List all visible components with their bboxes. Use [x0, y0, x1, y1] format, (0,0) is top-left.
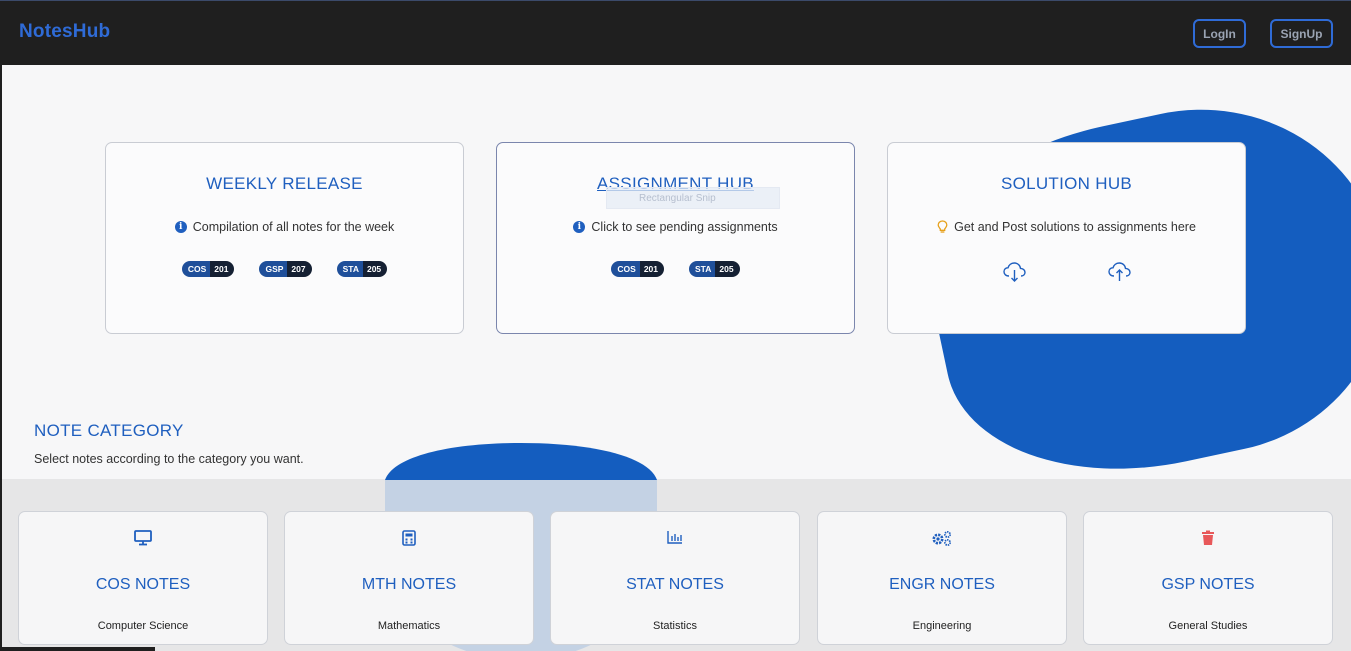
category-card-stat[interactable]: STAT NOTES Statistics — [550, 511, 800, 645]
trash-icon — [1202, 530, 1214, 545]
bar-chart-icon — [667, 531, 682, 544]
course-badge[interactable]: COS 201 — [611, 261, 665, 277]
info-icon: i — [573, 221, 586, 233]
category-subtitle: General Studies — [1168, 620, 1248, 632]
desktop-icon — [134, 530, 152, 546]
calculator-icon — [402, 530, 416, 546]
note-category-title: NOTE CATEGORY — [34, 421, 184, 440]
lightbulb-icon — [937, 220, 948, 233]
category-title: ENGR NOTES — [889, 576, 995, 593]
course-badges: COS 201 STA 205 — [497, 261, 854, 277]
solution-hub-card: SOLUTION HUB Get and Post solutions to a… — [887, 142, 1246, 334]
weekly-release-card: WEEKLY RELEASE i Compilation of all note… — [105, 142, 464, 334]
category-card-gsp[interactable]: GSP NOTES General Studies — [1083, 511, 1333, 645]
category-card-mth[interactable]: MTH NOTES Mathematics — [284, 511, 534, 645]
cloud-download-icon[interactable] — [1002, 261, 1027, 283]
solution-actions — [888, 261, 1245, 283]
gears-icon — [932, 531, 951, 546]
category-subtitle: Computer Science — [97, 620, 189, 632]
category-subtitle: Engineering — [912, 620, 972, 632]
course-badge[interactable]: STA 205 — [336, 261, 388, 277]
course-badge[interactable]: COS 201 — [181, 261, 235, 277]
course-badge[interactable]: GSP 207 — [259, 261, 312, 277]
hub-description: i Compilation of all notes for the week — [106, 220, 463, 234]
login-button[interactable]: LogIn — [1193, 19, 1246, 48]
snip-tooltip: Rectangular Snip — [606, 187, 780, 209]
signup-button[interactable]: SignUp — [1270, 19, 1333, 48]
assignment-hub-card[interactable]: ASSIGNMENT HUB i Click to see pending as… — [496, 142, 855, 334]
course-badge[interactable]: STA 205 — [689, 261, 740, 277]
hub-description-text: Compilation of all notes for the week — [192, 220, 395, 234]
decorative-blob-mid-top — [385, 443, 657, 480]
category-title: STAT NOTES — [626, 576, 724, 593]
brand-logo[interactable]: NotesHub — [19, 21, 110, 43]
course-badges: COS 201 GSP 207 STA 205 — [106, 261, 463, 277]
bottom-edge-strip — [0, 647, 155, 651]
top-navbar: NotesHub LogIn SignUp — [0, 0, 1351, 65]
category-subtitle: Statistics — [652, 620, 697, 632]
hub-title: SOLUTION HUB — [1000, 174, 1133, 193]
hub-description: Get and Post solutions to assignments he… — [888, 220, 1245, 234]
hub-title: WEEKLY RELEASE — [206, 174, 363, 193]
category-title: COS NOTES — [95, 576, 191, 593]
note-category-subtitle: Select notes according to the category y… — [34, 452, 304, 466]
hub-description: i Click to see pending assignments — [497, 220, 854, 234]
category-title: MTH NOTES — [361, 576, 457, 593]
info-icon: i — [174, 221, 187, 233]
hub-description-text: Click to see pending assignments — [591, 220, 778, 234]
category-card-cos[interactable]: COS NOTES Computer Science — [18, 511, 268, 645]
category-card-engr[interactable]: ENGR NOTES Engineering — [817, 511, 1067, 645]
cloud-upload-icon[interactable] — [1107, 261, 1132, 283]
category-title: GSP NOTES — [1161, 576, 1255, 593]
hub-description-text: Get and Post solutions to assignments he… — [954, 220, 1196, 234]
category-subtitle: Mathematics — [377, 620, 441, 632]
